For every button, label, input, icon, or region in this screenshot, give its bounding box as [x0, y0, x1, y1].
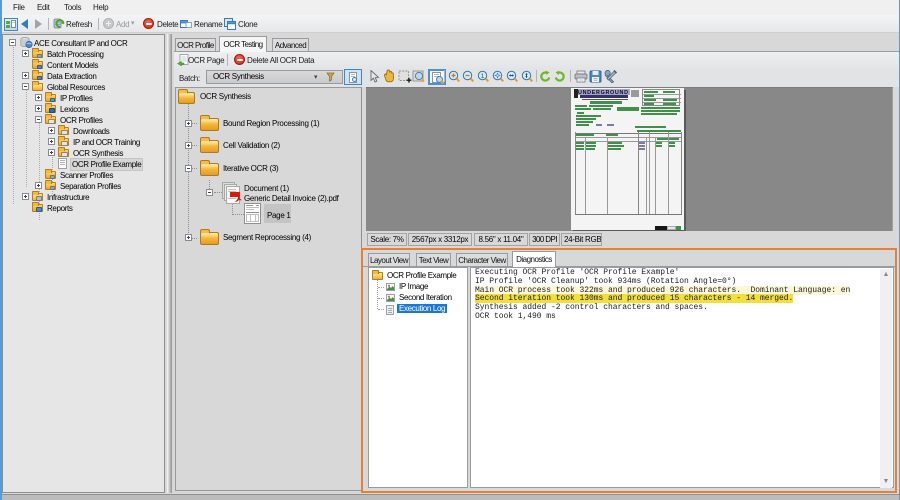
svg-text:1: 1 — [481, 73, 485, 80]
